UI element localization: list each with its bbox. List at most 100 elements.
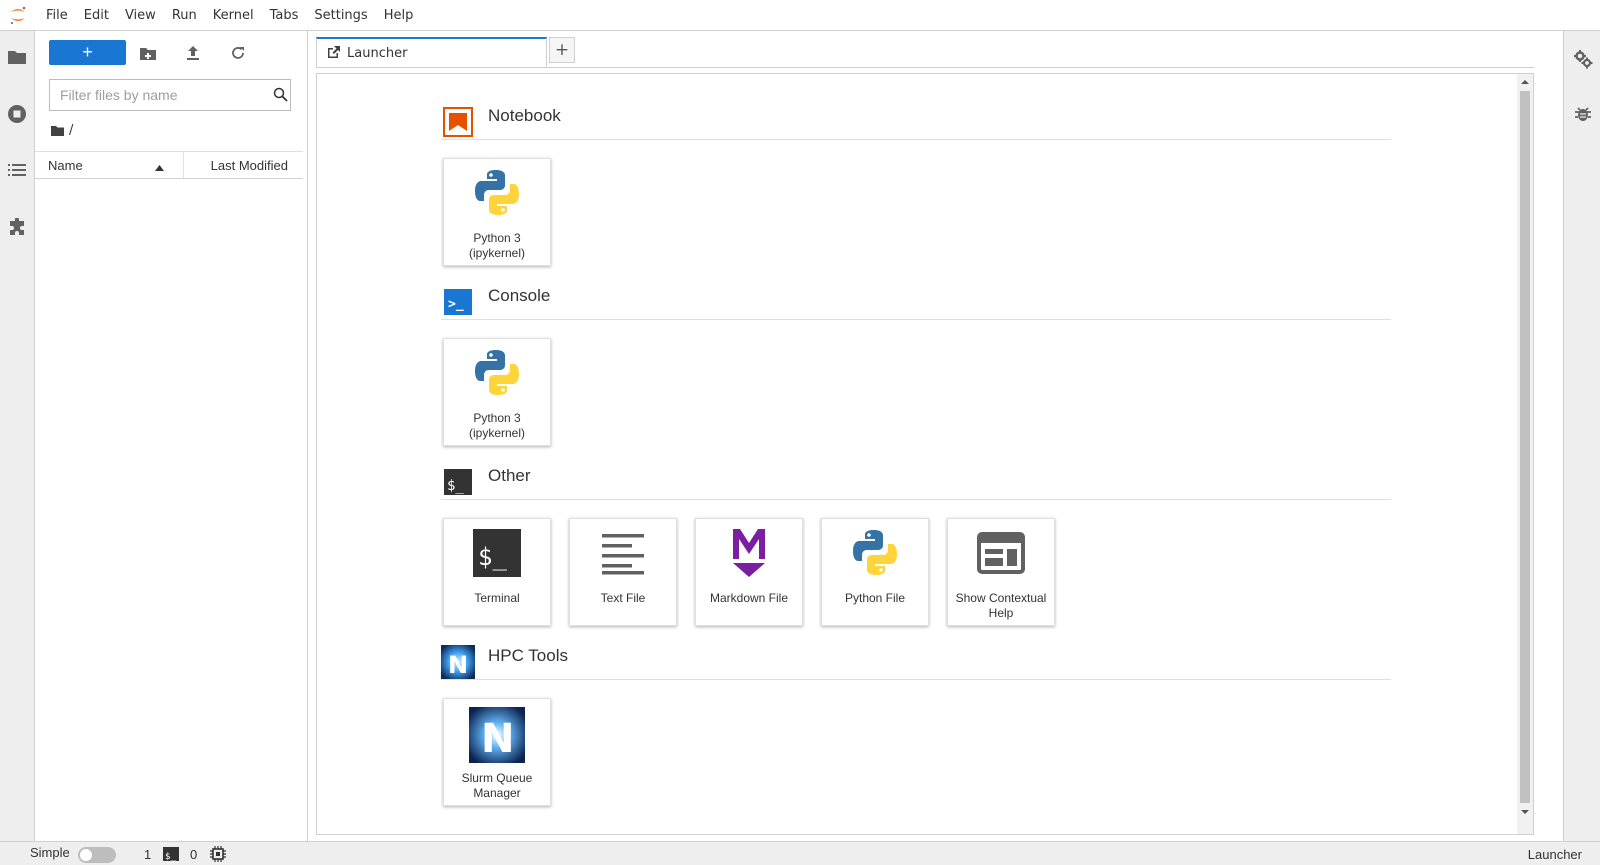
jupyter-logo-icon: [0, 0, 36, 31]
home-folder-icon[interactable]: [51, 125, 64, 136]
svg-text:N: N: [448, 651, 468, 679]
hpc-tools-icon: N: [441, 645, 475, 679]
file-filter-box: [49, 79, 291, 111]
tab-bar: Launcher +: [308, 31, 1534, 71]
menu-help[interactable]: Help: [376, 0, 422, 31]
column-last-modified[interactable]: Last Modified: [211, 158, 288, 173]
new-launcher-button[interactable]: +: [49, 40, 126, 65]
launcher-card-python-notebook[interactable]: Python 3 (ipykernel): [443, 158, 551, 266]
svg-text:N: N: [481, 716, 514, 762]
svg-text:>_: >_: [448, 297, 464, 312]
menu-settings[interactable]: Settings: [306, 0, 375, 31]
terminal-count[interactable]: 1: [144, 847, 151, 862]
upload-icon[interactable]: [184, 44, 202, 62]
current-activity-label: Launcher: [1527, 847, 1582, 862]
folder-icon[interactable]: [7, 47, 27, 67]
section-console: >_ Console Python 3 (ipykernel): [441, 280, 1391, 446]
section-title: Other: [488, 466, 531, 485]
python-icon: [849, 527, 901, 579]
menu-file[interactable]: File: [38, 0, 76, 31]
running-icon[interactable]: [7, 104, 27, 124]
card-label: Terminal: [474, 591, 520, 605]
terminal-status-icon[interactable]: $_: [163, 846, 179, 862]
console-icon: >_: [443, 287, 473, 317]
svg-text:$_: $_: [478, 543, 507, 571]
card-label: Markdown File: [709, 591, 789, 605]
tab-launcher-label: Launcher: [347, 45, 408, 61]
card-label: Python File: [844, 591, 906, 605]
launcher-scrollbar[interactable]: [1517, 74, 1533, 834]
breadcrumb: /: [51, 123, 73, 138]
scroll-up-arrow[interactable]: [1520, 77, 1530, 87]
card-label: Python 3 (ipykernel): [468, 231, 525, 260]
launcher-panel: Notebook Python 3 (ipykernel) >_ Console…: [316, 73, 1534, 835]
help-panel-icon: [975, 527, 1027, 579]
left-sidebar: [0, 31, 35, 841]
kernel-count[interactable]: 0: [190, 847, 197, 862]
other-terminal-icon: $_: [443, 467, 473, 497]
column-divider[interactable]: [183, 152, 184, 179]
scroll-thumb[interactable]: [1520, 91, 1530, 803]
menu-view[interactable]: View: [117, 0, 164, 31]
section-other: $_ Other $_ Terminal Text File Markdown …: [441, 460, 1391, 626]
launcher-card-text-file[interactable]: Text File: [569, 518, 677, 626]
toc-icon[interactable]: [7, 160, 27, 180]
status-bar: Simple 1 $_ 0 Launcher: [0, 841, 1600, 865]
section-title: Notebook: [488, 106, 561, 125]
property-inspector-icon[interactable]: [1573, 49, 1593, 69]
column-name[interactable]: Name: [48, 158, 83, 173]
section-header: $_ Other: [441, 460, 1391, 500]
new-tab-button[interactable]: +: [549, 37, 575, 63]
search-icon[interactable]: [273, 87, 289, 103]
card-label: Slurm Queue Manager: [461, 771, 533, 800]
tab-divider: [316, 67, 1534, 68]
svg-text:$_: $_: [165, 852, 176, 862]
section-header: >_ Console: [441, 280, 1391, 320]
notebook-icon: [443, 107, 473, 137]
menu-run[interactable]: Run: [164, 0, 205, 31]
menu-bar: File Edit View Run Kernel Tabs Settings …: [0, 0, 1600, 31]
launcher-card-contextual-help[interactable]: Show Contextual Help: [947, 518, 1055, 626]
card-label: Show Contextual Help: [955, 591, 1047, 620]
section-header: N HPC Tools: [441, 640, 1391, 680]
slurm-icon: N: [469, 707, 525, 763]
file-list-header: Name Last Modified: [35, 151, 303, 179]
file-browser-panel: + / Name Last Modifi: [35, 31, 308, 841]
section-title: HPC Tools: [488, 646, 568, 665]
section-title: Console: [488, 286, 551, 305]
section-header: Notebook: [441, 100, 1391, 140]
new-folder-icon[interactable]: [139, 44, 157, 62]
launcher-card-python-console[interactable]: Python 3 (ipykernel): [443, 338, 551, 446]
python-icon: [471, 347, 523, 399]
python-icon: [471, 167, 523, 219]
kernel-chip-icon[interactable]: [210, 846, 226, 862]
filter-files-input[interactable]: [60, 81, 265, 109]
simple-mode-label: Simple: [30, 845, 70, 860]
toggle-knob: [80, 849, 92, 861]
menu-edit[interactable]: Edit: [76, 0, 117, 31]
card-label: Text File: [600, 591, 646, 605]
launcher-card-python-file[interactable]: Python File: [821, 518, 929, 626]
menu-tabs[interactable]: Tabs: [262, 0, 307, 31]
launcher-card-slurm-queue-manager[interactable]: N Slurm Queue Manager: [443, 698, 551, 806]
extension-icon[interactable]: [7, 217, 27, 237]
launcher-card-terminal[interactable]: $_ Terminal: [443, 518, 551, 626]
debugger-icon[interactable]: [1573, 104, 1593, 124]
section-notebook: Notebook Python 3 (ipykernel): [441, 100, 1391, 266]
terminal-icon: $_: [471, 527, 523, 579]
launcher-card-markdown-file[interactable]: Markdown File: [695, 518, 803, 626]
simple-mode-toggle[interactable]: [78, 847, 116, 863]
refresh-icon[interactable]: [229, 44, 247, 62]
launcher-icon: [327, 46, 341, 60]
scroll-down-arrow[interactable]: [1520, 807, 1530, 817]
markdown-icon: [723, 527, 775, 579]
text-file-icon: [597, 527, 649, 579]
card-label: Python 3 (ipykernel): [468, 411, 525, 440]
section-hpc-tools: N HPC Tools N Slurm Queue Manager: [441, 640, 1391, 806]
right-sidebar: [1563, 31, 1600, 841]
breadcrumb-root[interactable]: /: [69, 123, 73, 138]
svg-text:$_: $_: [447, 478, 464, 494]
sort-ascending-icon: [155, 159, 164, 174]
menu-kernel[interactable]: Kernel: [205, 0, 262, 31]
tab-launcher[interactable]: Launcher: [316, 37, 547, 67]
